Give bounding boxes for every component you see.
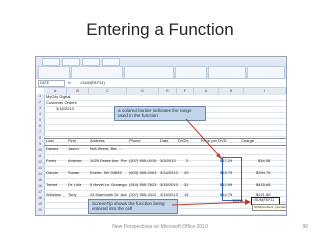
arrow-to-screentip — [171, 201, 250, 206]
slide-title: Entering a Function — [86, 20, 234, 39]
page-number: 96 — [302, 224, 308, 230]
arrowhead-screentip — [245, 199, 251, 205]
callout-arrows — [171, 118, 251, 206]
arrow-to-range — [185, 118, 223, 160]
slide-footer: New Perspectives on Microsoft Office 201… — [112, 224, 208, 230]
excel-screenshot: DATE fx =SUM(F8:F11) A B C D E F G H I 1… — [35, 56, 287, 216]
